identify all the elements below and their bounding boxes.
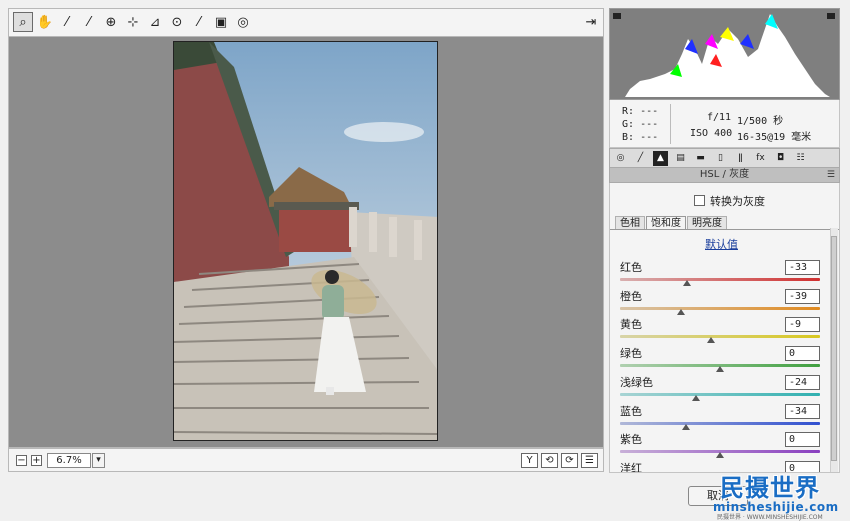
effects-tab-icon[interactable]: fx bbox=[753, 151, 768, 166]
straighten-icon[interactable]: ⊿ bbox=[145, 12, 165, 32]
slider-track-red[interactable] bbox=[620, 278, 820, 281]
r-readout: R: --- bbox=[622, 106, 659, 117]
slider-thumb-red[interactable] bbox=[683, 280, 691, 286]
crop-icon[interactable]: ⊹ bbox=[123, 12, 143, 32]
slider-thumb-aqua[interactable] bbox=[692, 394, 700, 401]
zoom-dropdown-icon[interactable]: ▾ bbox=[92, 453, 105, 468]
lens-tab-icon[interactable]: ▯ bbox=[713, 151, 728, 166]
basic-tab-icon[interactable]: ◎ bbox=[613, 151, 628, 166]
fullscreen-icon[interactable]: ⇥ bbox=[581, 12, 601, 32]
slider-label-purple: 紫色 bbox=[620, 433, 642, 447]
hsl-panel: 转换为灰度 色相 饱和度 明亮度 默认值 红色 -33 橙色 -39 黄色 -9 绿色 0 浅绿… bbox=[609, 183, 840, 473]
photo-image bbox=[174, 42, 437, 440]
histogram bbox=[609, 8, 840, 100]
slider-value-blue[interactable]: -34 bbox=[785, 403, 820, 419]
slider-thumb-yellow[interactable] bbox=[707, 337, 715, 344]
grayscale-label: 转换为灰度 bbox=[710, 195, 765, 208]
zoom-out-button[interactable]: − bbox=[16, 455, 27, 466]
tone-curve-tab-icon[interactable]: ╱ bbox=[633, 151, 648, 166]
slider-thumb-blue[interactable] bbox=[682, 423, 690, 430]
red-eye-icon[interactable]: ⊙ bbox=[167, 12, 187, 32]
brush-icon[interactable]: ⁄ bbox=[189, 12, 209, 32]
hsl-tab-icon[interactable]: ▤ bbox=[673, 151, 688, 166]
slider-value-purple[interactable]: 0 bbox=[785, 432, 820, 448]
default-link[interactable]: 默认值 bbox=[705, 236, 738, 252]
detail-tab-icon[interactable]: ▲ bbox=[653, 151, 668, 166]
hand-icon[interactable]: ✋ bbox=[35, 12, 55, 32]
slider-label-orange: 橙色 bbox=[620, 289, 642, 303]
tab-luminance[interactable]: 明亮度 bbox=[687, 216, 727, 230]
slider-value-orange[interactable]: -39 bbox=[785, 288, 820, 304]
photo-preview bbox=[173, 41, 438, 441]
slider-label-yellow: 黄色 bbox=[620, 318, 642, 332]
slider-thumb-orange[interactable] bbox=[677, 308, 685, 315]
slider-thumb-green[interactable] bbox=[716, 366, 724, 373]
color-sampler-icon[interactable]: ⁄ bbox=[79, 12, 99, 32]
slider-thumb-purple[interactable] bbox=[716, 452, 724, 459]
slider-value-yellow[interactable]: -9 bbox=[785, 317, 820, 333]
tab-hue[interactable]: 色相 bbox=[615, 216, 645, 230]
target-adjust-icon[interactable]: ⊕ bbox=[101, 12, 121, 32]
camera-calibration-tab-icon[interactable]: ◘ bbox=[773, 151, 788, 166]
highlight-clipping-icon bbox=[827, 13, 835, 19]
zoom-in-button[interactable]: + bbox=[31, 455, 42, 466]
slider-track-yellow[interactable] bbox=[620, 335, 820, 339]
panel-scrollbar-thumb[interactable] bbox=[831, 236, 837, 461]
toolbar: ⌕ ✋ ⁄ ⁄ ⊕ ⊹ ⊿ ⊙ ⁄ ▣ ◎ ⇥ bbox=[8, 8, 604, 36]
tab-saturation[interactable]: 饱和度 bbox=[646, 216, 686, 230]
slider-value-green[interactable]: 0 bbox=[785, 346, 820, 362]
split-toning-tab-icon[interactable]: ▬ bbox=[693, 151, 708, 166]
grayscale-checkbox[interactable] bbox=[694, 195, 705, 206]
slider-label-red: 红色 bbox=[620, 261, 642, 274]
slider-label-green: 绿色 bbox=[620, 347, 642, 361]
white-balance-icon[interactable]: ⁄ bbox=[57, 12, 77, 32]
lens-value: 16-35@19 毫米 bbox=[737, 132, 812, 143]
shutter-value: 1/500 秒 bbox=[737, 116, 784, 127]
slider-track-orange[interactable] bbox=[620, 306, 820, 310]
slider-track-aqua[interactable] bbox=[620, 392, 820, 396]
watermark-small: 民摄世界 · WWW.MINSHESHIJIE.COM bbox=[717, 514, 823, 521]
slider-label-blue: 蓝色 bbox=[620, 404, 642, 418]
panel-title: HSL / 灰度 ☰ bbox=[609, 168, 840, 183]
slider-label-aqua: 浅绿色 bbox=[620, 375, 653, 389]
info-divider bbox=[670, 104, 671, 144]
camera-info-panel: R: --- G: --- B: --- f/11 1/500 秒 ISO 40… bbox=[609, 100, 840, 148]
zoom-level-field[interactable]: 6.7% bbox=[47, 453, 91, 468]
g-readout: G: --- bbox=[622, 119, 659, 130]
status-bar: − + 6.7% ▾ Y ⟲ ⟳ ☰ bbox=[8, 448, 604, 472]
iso-value: ISO 400 bbox=[690, 128, 733, 139]
watermark-logo: 民摄世界 bbox=[720, 474, 820, 502]
copy-settings-icon[interactable]: ⟳ bbox=[561, 453, 578, 468]
presets-tab-icon[interactable]: ☷ bbox=[793, 151, 808, 166]
radial-icon[interactable]: ◎ bbox=[233, 12, 253, 32]
transform-tab-icon[interactable]: ǁ bbox=[733, 151, 748, 166]
histogram-graph bbox=[613, 13, 835, 97]
panel-menu-icon[interactable]: ☰ bbox=[827, 168, 835, 182]
aperture-value: f/11 bbox=[707, 112, 732, 123]
toggle-settings-icon[interactable]: ☰ bbox=[581, 453, 598, 468]
slider-track-blue[interactable] bbox=[620, 421, 820, 425]
zoom-icon[interactable]: ⌕ bbox=[13, 12, 33, 32]
before-after-icon[interactable]: Y bbox=[521, 453, 538, 468]
slider-value-aqua[interactable]: -24 bbox=[785, 374, 820, 390]
b-readout: B: --- bbox=[622, 132, 659, 143]
swap-icon[interactable]: ⟲ bbox=[541, 453, 558, 468]
subtab-divider bbox=[610, 229, 839, 230]
gradient-icon[interactable]: ▣ bbox=[211, 12, 231, 32]
shadow-clipping-icon bbox=[613, 13, 621, 19]
slider-label-magenta: 洋红 bbox=[620, 461, 642, 473]
slider-value-red[interactable]: -33 bbox=[785, 260, 820, 275]
panel-tabs: ◎ ╱ ▲ ▤ ▬ ▯ ǁ fx ◘ ☷ bbox=[609, 148, 840, 168]
